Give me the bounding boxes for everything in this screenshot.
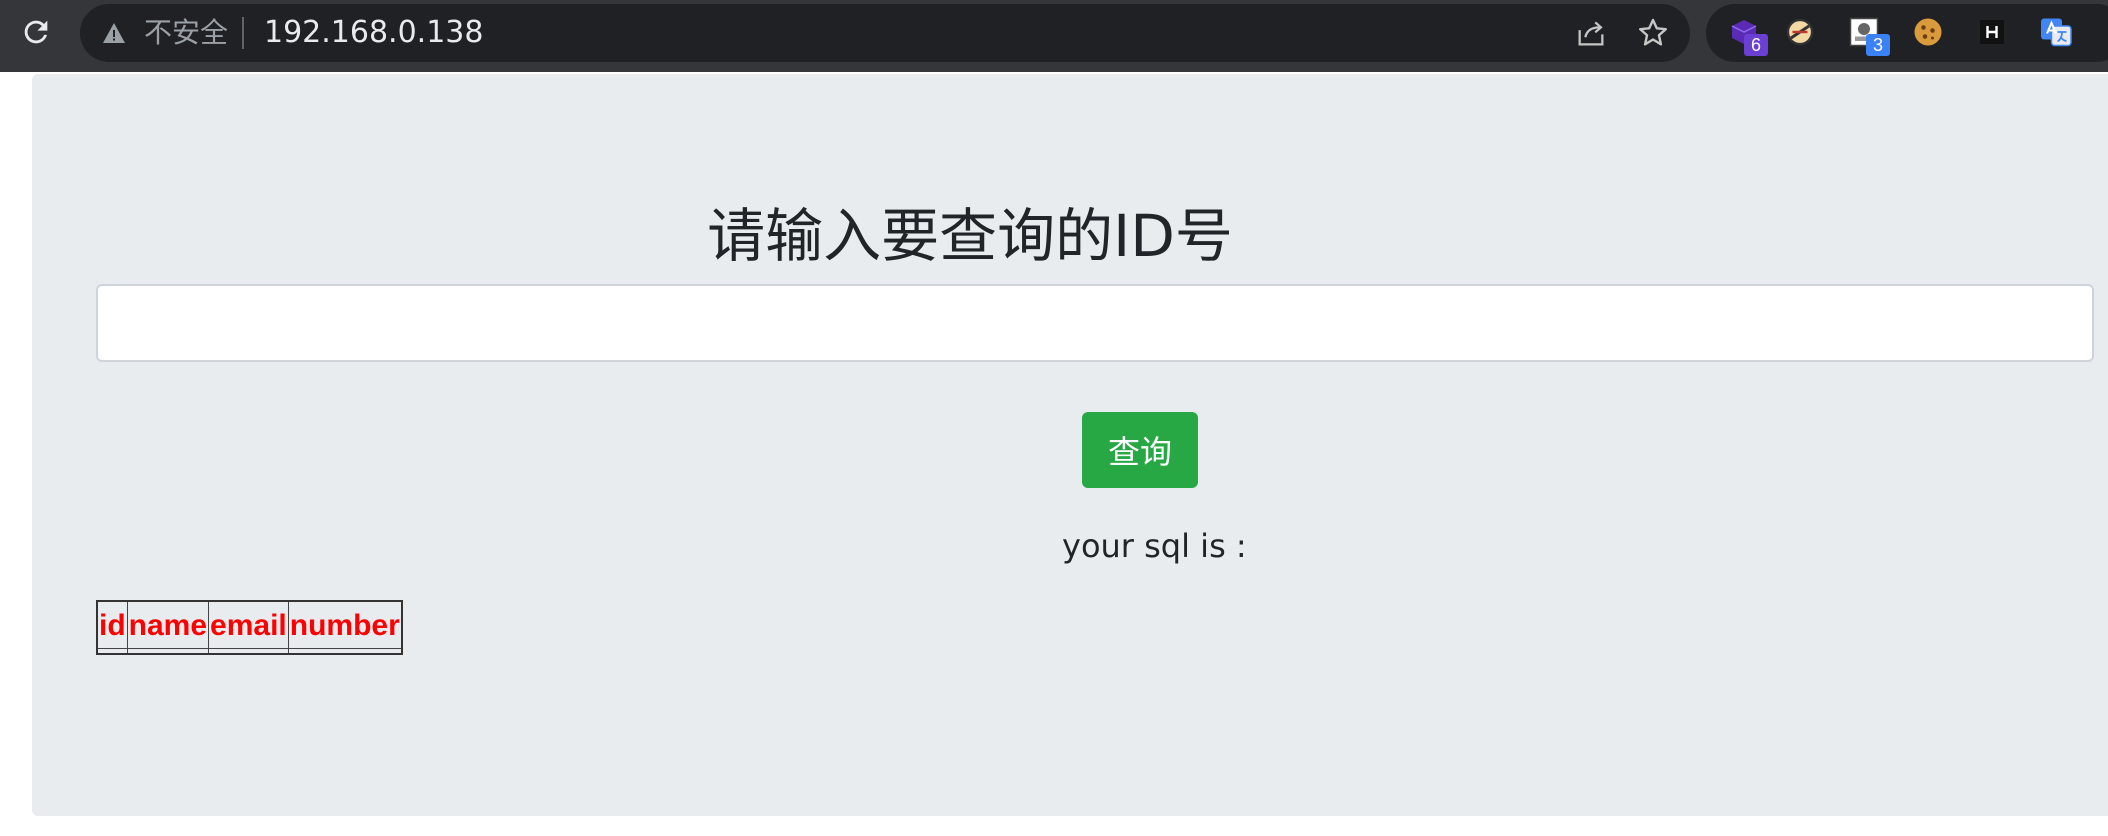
page-title: 请输入要查询的ID号 <box>707 202 1233 270</box>
reload-icon[interactable] <box>18 14 54 50</box>
table-cell <box>126 648 210 655</box>
result-table: id name email number <box>96 600 403 655</box>
address-bar[interactable]: 不安全 192.168.0.138 <box>80 4 1690 62</box>
browser-toolbar: 不安全 192.168.0.138 6 3 <box>0 0 2108 72</box>
sql-label: your sql is : <box>1062 527 1247 565</box>
extensions-area: 6 3 <box>1706 4 2108 62</box>
table-cell <box>96 648 128 655</box>
table-row <box>96 648 403 655</box>
purple-cube-extension-icon[interactable]: 6 <box>1726 14 1768 56</box>
query-button[interactable]: 查询 <box>1082 412 1198 488</box>
page-container: 请输入要查询的ID号 查询 your sql is : id name emai… <box>32 74 2108 816</box>
share-icon[interactable] <box>1574 16 1608 50</box>
table-cell <box>287 648 403 655</box>
table-header-row: id name email number <box>96 600 403 649</box>
extension-badge: 3 <box>1866 34 1890 56</box>
column-header-id: id <box>96 600 128 649</box>
column-header-number: number <box>287 600 403 649</box>
bookmark-star-icon[interactable] <box>1636 16 1670 50</box>
omnibox-divider <box>242 17 244 49</box>
warning-icon[interactable] <box>102 22 126 44</box>
column-header-name: name <box>126 600 210 649</box>
url-text[interactable]: 192.168.0.138 <box>264 15 483 51</box>
hamburger-extension-icon[interactable] <box>1782 14 1818 50</box>
translate-extension-icon[interactable] <box>2038 14 2074 50</box>
screenshot-extension-icon[interactable]: 3 <box>1846 14 1890 56</box>
id-input[interactable] <box>96 284 2094 362</box>
extension-badge: 6 <box>1744 34 1768 56</box>
h-extension-icon[interactable] <box>1974 14 2010 50</box>
column-header-email: email <box>208 600 289 649</box>
security-label[interactable]: 不安全 <box>144 16 228 50</box>
table-cell <box>208 648 289 655</box>
cookie-extension-icon[interactable] <box>1910 14 1946 50</box>
